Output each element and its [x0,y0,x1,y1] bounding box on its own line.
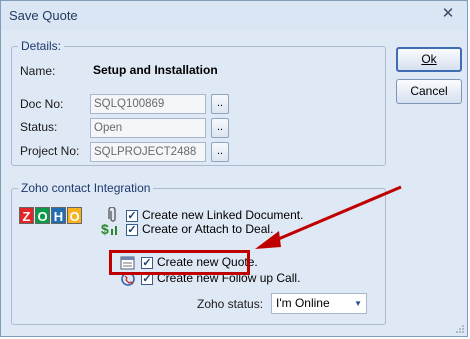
zoho-logo-letter-o1: O [35,207,50,224]
zoho-status-label: Zoho status: [197,297,264,311]
cancel-button[interactable]: Cancel [396,79,462,104]
project-no-browse-button[interactable]: .. [211,142,229,162]
doc-no-browse-button[interactable]: .. [211,94,229,114]
annotation-highlight-box [109,250,250,275]
status-browse-button[interactable]: .. [211,118,229,138]
ok-button[interactable]: Ok [396,47,462,72]
svg-text:$: $ [101,221,109,237]
deal-checkbox[interactable]: ✓ [126,224,138,236]
close-icon[interactable]: ✕ [437,4,459,24]
doc-no-field[interactable] [90,94,206,114]
save-quote-dialog: Save Quote ✕ Details: Name: Setup and In… [0,0,468,337]
title-bar: Save Quote ✕ [1,1,467,30]
zoho-status-select[interactable]: I'm Online ▼ [271,293,367,314]
zoho-group-title: Zoho contact Integration [18,181,154,195]
linked-document-checkbox[interactable]: ✓ [126,210,138,222]
zoho-logo-letter-z: Z [19,207,34,224]
name-value: Setup and Installation [93,63,218,77]
project-no-field[interactable] [90,142,206,162]
cancel-button-label: Cancel [410,84,448,98]
zoho-logo: ZOHO [19,207,83,224]
zoho-logo-letter-h: H [51,207,66,224]
status-label: Status: [20,120,58,134]
project-no-label: Project No: [20,144,80,158]
annotation-arrow-icon [255,185,402,249]
zoho-status-value: I'm Online [276,296,330,310]
chevron-down-icon: ▼ [354,299,362,308]
deal-dollar-icon: $ [101,221,117,237]
details-group-title: Details: [18,39,65,53]
ok-button-label: Ok [421,52,437,66]
name-label: Name: [20,64,56,78]
doc-no-label: Doc No: [20,97,64,111]
status-field[interactable] [90,118,206,138]
zoho-logo-letter-o2: O [67,207,82,224]
dialog-title: Save Quote [9,8,78,23]
resize-grip-icon[interactable] [455,324,465,334]
